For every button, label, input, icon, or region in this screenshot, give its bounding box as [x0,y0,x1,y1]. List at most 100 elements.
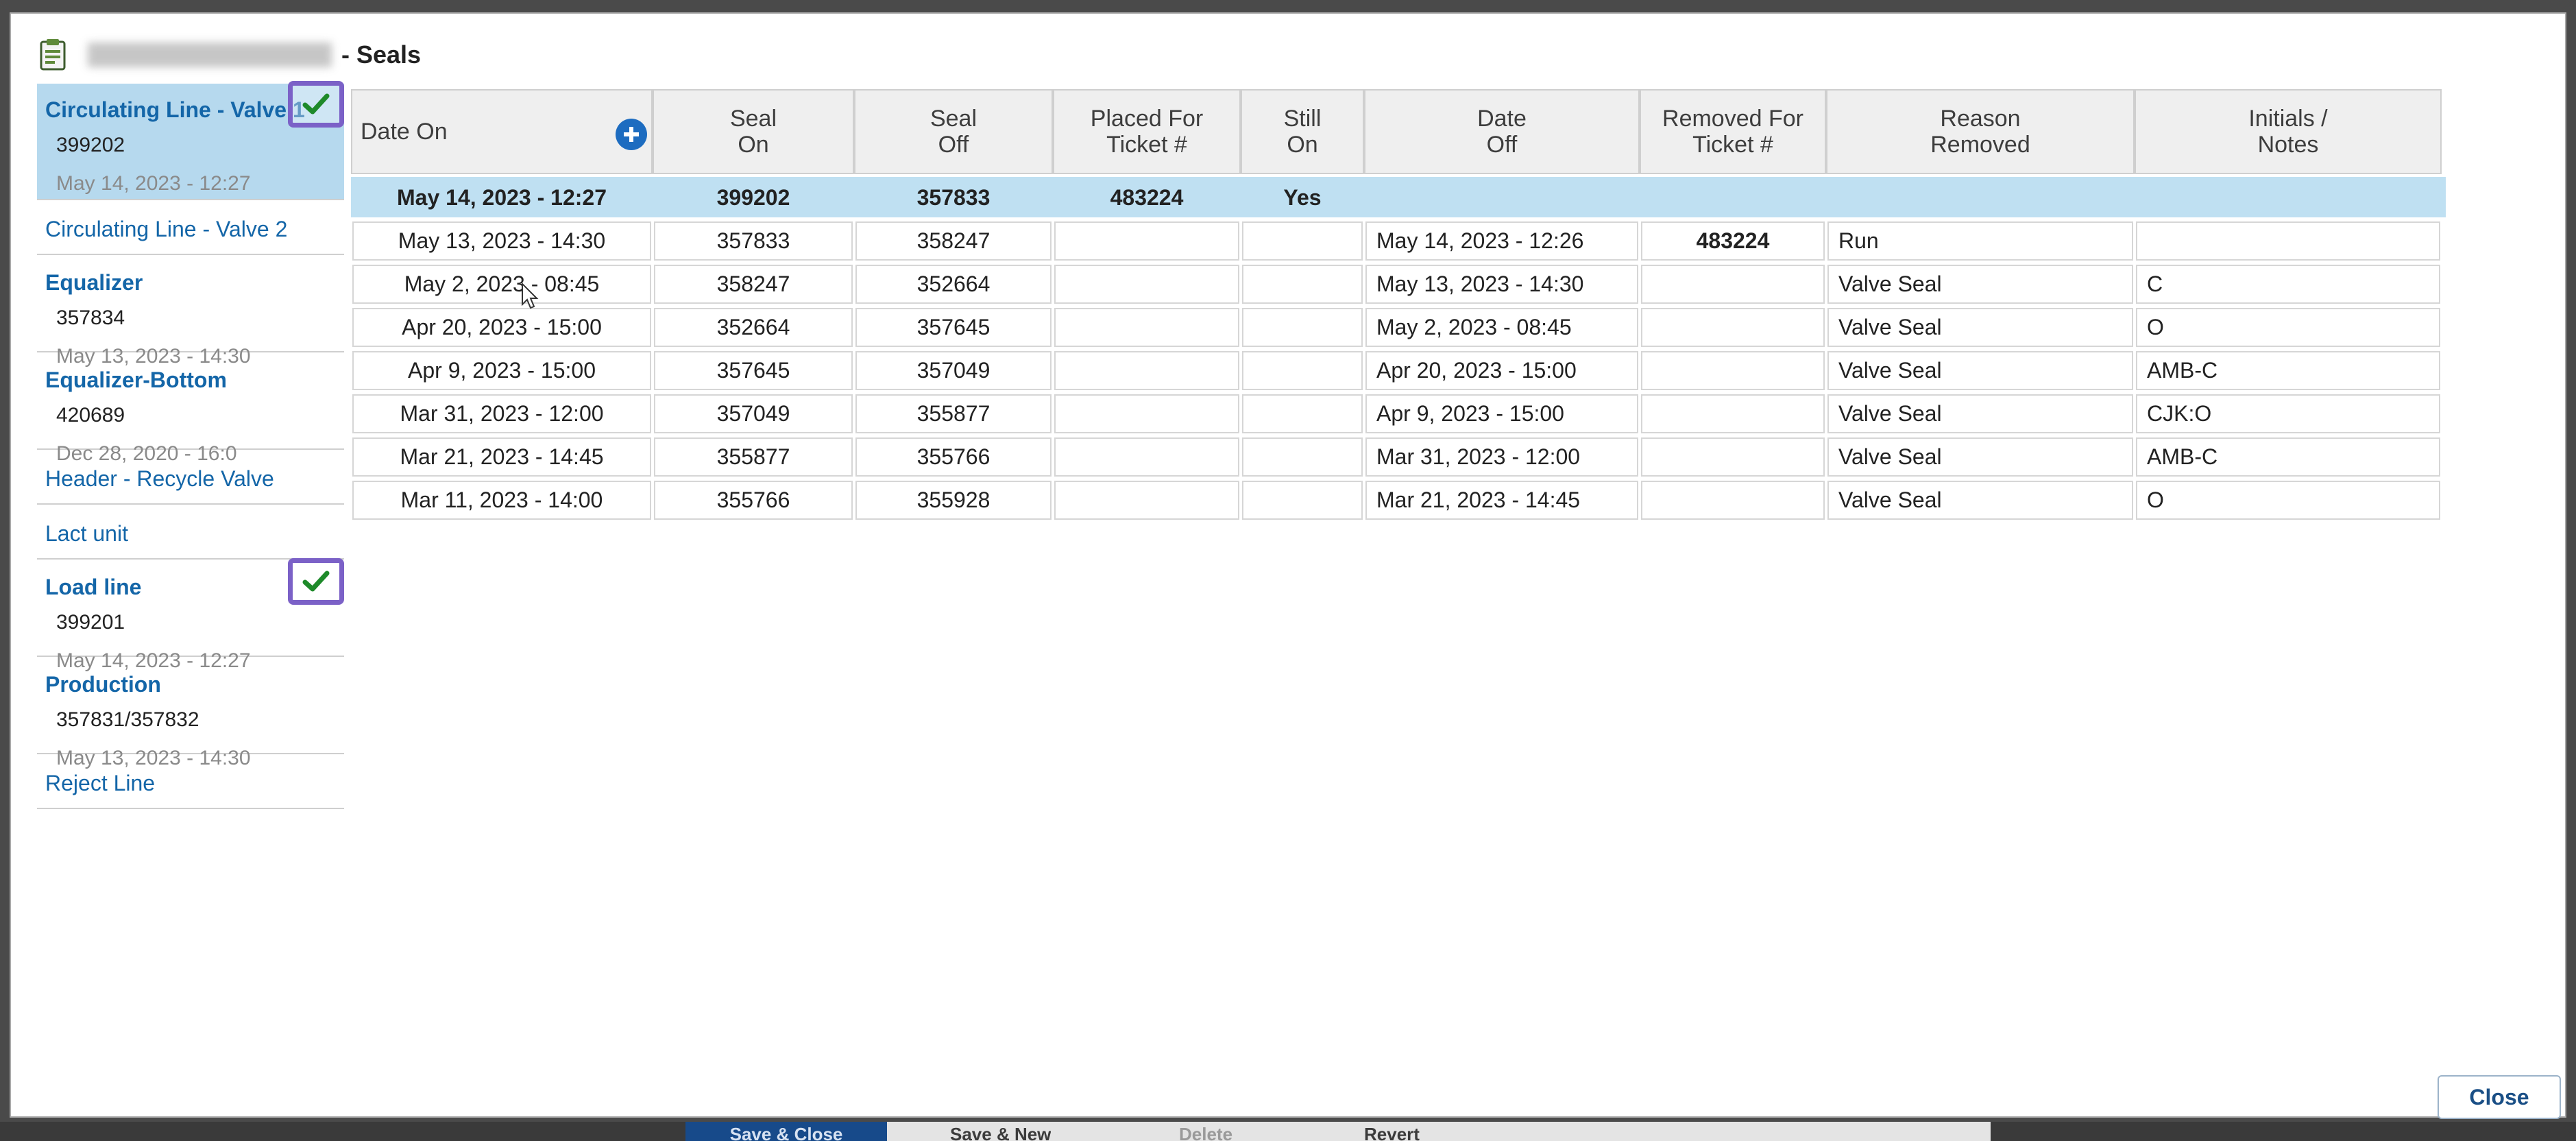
table-cell[interactable]: May 2, 2023 - 08:45 [1365,308,1638,347]
table-cell[interactable] [1641,308,1825,347]
column-header-line1: Seal [729,106,777,132]
column-header-line1: Date [1477,106,1527,132]
column-header-line2: Ticket # [1106,132,1187,158]
table-cell[interactable]: 355766 [654,481,853,520]
table-cell[interactable] [1054,221,1239,261]
table-cell[interactable]: 357049 [654,394,853,433]
table-cell[interactable] [1827,178,2133,217]
table-cell[interactable]: Apr 20, 2023 - 15:00 [1365,351,1638,390]
table-cell[interactable]: 358247 [654,265,853,304]
sidebar-item[interactable]: Circulating Line - Valve 2 [37,202,344,255]
table-cell[interactable] [1054,308,1239,347]
table-cell[interactable]: Apr 20, 2023 - 15:00 [352,308,651,347]
table-cell[interactable]: Valve Seal [1827,265,2133,304]
table-cell[interactable] [1054,265,1239,304]
add-seal-button[interactable] [616,119,647,150]
table-cell[interactable]: CJK:O [2136,394,2440,433]
table-cell[interactable]: AMB-C [2136,351,2440,390]
sidebar-item[interactable]: Header - Recycle Valve [37,451,344,505]
table-cell[interactable]: 357833 [855,178,1052,217]
table-cell[interactable]: C [2136,265,2440,304]
column-header-line2: Off [938,132,969,158]
table-cell[interactable] [1641,437,1825,477]
table-cell[interactable]: 355766 [855,437,1052,477]
table-cell[interactable]: Valve Seal [1827,437,2133,477]
table-cell[interactable]: 357833 [654,221,853,261]
table-cell[interactable]: 483224 [1054,178,1239,217]
sidebar-item[interactable]: Reject Line [37,756,344,809]
table-cell[interactable]: 357645 [855,308,1052,347]
table-cell[interactable]: May 14, 2023 - 12:27 [352,178,651,217]
sidebar-item[interactable]: Lact unit [37,506,344,560]
table-cell[interactable]: 358247 [855,221,1052,261]
table-cell[interactable] [1242,221,1363,261]
table-cell[interactable]: May 2, 2023 - 08:45 [352,265,651,304]
sidebar-item-name: Equalizer-Bottom [45,368,227,392]
column-header-line1: Removed For [1662,106,1803,132]
table-cell[interactable] [1242,481,1363,520]
sidebar-item-name: Circulating Line - Valve 2 [45,217,288,241]
seals-dialog: - Seals Circulating Line - Valve 1 399202… [10,12,2566,1119]
table-cell[interactable] [1054,351,1239,390]
table-cell[interactable]: 483224 [1641,221,1825,261]
table-cell[interactable]: 357049 [855,351,1052,390]
table-cell[interactable] [1641,265,1825,304]
table-cell[interactable]: 355928 [855,481,1052,520]
table-cell[interactable]: Valve Seal [1827,308,2133,347]
table-cell[interactable]: Apr 9, 2023 - 15:00 [352,351,651,390]
table-cell[interactable]: Mar 31, 2023 - 12:00 [1365,437,1638,477]
table-cell[interactable]: Run [1827,221,2133,261]
table-cell[interactable]: Valve Seal [1827,394,2133,433]
table-cell[interactable]: 357645 [654,351,853,390]
sidebar-item[interactable]: Equalizer 357834 May 13, 2023 - 14:30 [37,256,344,368]
table-cell[interactable]: AMB-C [2136,437,2440,477]
table-cell[interactable]: Apr 9, 2023 - 15:00 [1365,394,1638,433]
table-cell[interactable] [1242,265,1363,304]
table-cell[interactable]: Mar 21, 2023 - 14:45 [352,437,651,477]
table-cell[interactable] [1641,394,1825,433]
table-cell[interactable]: Yes [1242,178,1363,217]
table-cell[interactable]: Mar 31, 2023 - 12:00 [352,394,651,433]
sidebar-item[interactable]: Equalizer-Bottom 420689 Dec 28, 2020 - 16:… [37,354,344,465]
table-cell[interactable]: 352664 [855,265,1052,304]
redacted-title-text [88,43,332,67]
table-cell[interactable] [1641,481,1825,520]
table-cell[interactable]: 352664 [654,308,853,347]
table-cell[interactable] [1242,437,1363,477]
column-header-line2: On [738,132,769,158]
table-cell[interactable]: O [2136,308,2440,347]
table-cell[interactable] [1242,351,1363,390]
column-header-line2: Ticket # [1692,132,1773,158]
sidebar-item[interactable]: Circulating Line - Valve 1 399202 May 14, … [37,81,344,200]
sidebar-item-seal-number: 399202 [56,134,125,156]
column-header: Date Off [1364,89,1640,174]
table-cell[interactable] [1054,481,1239,520]
table-cell[interactable]: May 14, 2023 - 12:26 [1365,221,1638,261]
table-cell[interactable] [1641,178,1825,217]
sidebar-item-name: Lact unit [45,521,128,546]
title-bar: - Seals [38,34,421,75]
sidebar-item[interactable]: Production 357831/357832 May 13, 2023 - 14… [37,658,344,769]
table-cell[interactable]: 399202 [654,178,853,217]
column-header: Placed For Ticket # [1053,89,1241,174]
table-cell[interactable] [1365,178,1638,217]
table-cell[interactable]: O [2136,481,2440,520]
table-cell[interactable] [2136,221,2440,261]
table-cell[interactable]: May 13, 2023 - 14:30 [352,221,651,261]
close-button[interactable]: Close [2438,1075,2561,1119]
table-cell[interactable]: May 13, 2023 - 14:30 [1365,265,1638,304]
table-cell[interactable] [2136,178,2440,217]
table-cell[interactable] [1054,394,1239,433]
table-cell[interactable]: 355877 [654,437,853,477]
table-cell[interactable]: Valve Seal [1827,351,2133,390]
sidebar-item-seal-number: 357831/357832 [56,708,199,731]
table-cell[interactable] [1242,308,1363,347]
table-cell[interactable] [1242,394,1363,433]
table-cell[interactable] [1054,437,1239,477]
table-cell[interactable] [1641,351,1825,390]
table-cell[interactable]: Mar 21, 2023 - 14:45 [1365,481,1638,520]
table-cell[interactable]: 355877 [855,394,1052,433]
sidebar-item[interactable]: Load line 399201 May 14, 2023 - 12:27 [37,558,344,672]
table-cell[interactable]: Valve Seal [1827,481,2133,520]
table-cell[interactable]: Mar 11, 2023 - 14:00 [352,481,651,520]
